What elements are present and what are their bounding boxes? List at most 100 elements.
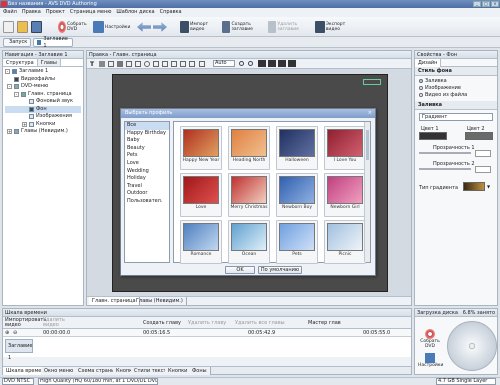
template-thumb[interactable]: Merry Christmas bbox=[228, 173, 270, 217]
delete-chapter-timeline-button[interactable]: Удалить главу bbox=[188, 320, 226, 326]
category-item[interactable]: Пользовател. bbox=[125, 198, 169, 206]
collapse-toggle[interactable]: - bbox=[7, 84, 12, 90]
expand-toggle[interactable]: + bbox=[7, 129, 12, 135]
tree-item-main-page[interactable]: - Главн. страница bbox=[5, 91, 81, 99]
category-item[interactable]: Все bbox=[125, 122, 169, 130]
undo-button[interactable] bbox=[137, 19, 151, 35]
menu-disc-template[interactable]: Шаблон диска bbox=[116, 8, 154, 17]
settings-button[interactable]: Настройки bbox=[93, 19, 133, 35]
template-thumb[interactable]: Newborn Girl bbox=[324, 173, 366, 217]
category-item[interactable]: Beauty bbox=[125, 145, 169, 153]
tree-item-title[interactable]: - Заглавие 1 bbox=[5, 68, 81, 76]
format-select[interactable]: DVD NTSC bbox=[2, 378, 34, 385]
template-thumb[interactable]: Halloween bbox=[276, 126, 318, 170]
delete-video-button[interactable]: Удалить видео bbox=[43, 318, 71, 328]
redo-button[interactable] bbox=[153, 19, 167, 35]
category-item[interactable]: Travel bbox=[125, 183, 169, 191]
tab-menu-window[interactable]: Окно меню bbox=[41, 367, 78, 375]
tree-item-dvd-menu[interactable]: - DVD-меню bbox=[5, 83, 81, 91]
distribute-tool-icon[interactable] bbox=[135, 61, 141, 67]
layer-tool-icon[interactable] bbox=[153, 61, 159, 67]
radio-fill[interactable]: Заливка bbox=[419, 77, 493, 84]
tab-chapters-hidden[interactable]: Главы (Невидим.) bbox=[133, 297, 187, 305]
tree-item-bg-sound[interactable]: Фоновый звук bbox=[5, 98, 81, 106]
category-item[interactable]: Happy Birthday bbox=[125, 130, 169, 138]
category-item[interactable]: Holiday bbox=[125, 175, 169, 183]
send-back-icon[interactable] bbox=[171, 61, 177, 67]
bring-front-icon[interactable] bbox=[162, 61, 168, 67]
category-item[interactable]: Outdoor bbox=[125, 190, 169, 198]
ok-button[interactable]: OK bbox=[225, 266, 255, 274]
chevron-down-icon[interactable]: ▼ bbox=[487, 184, 490, 189]
opacity1-slider[interactable] bbox=[419, 152, 471, 154]
import-video-timeline-button[interactable]: Импортировать видео bbox=[5, 318, 46, 328]
burn-dvd-button[interactable]: Собрать DVD bbox=[58, 19, 90, 35]
import-video-button[interactable]: Импорт видео bbox=[180, 19, 218, 35]
expand-toggle[interactable]: + bbox=[22, 121, 27, 127]
ungroup-tool-icon[interactable] bbox=[189, 61, 195, 67]
opacity1-input[interactable] bbox=[475, 150, 491, 157]
template-thumb[interactable]: Ocean bbox=[228, 220, 270, 264]
tab-structure[interactable]: Структура bbox=[3, 59, 38, 66]
category-item[interactable]: Wedding bbox=[125, 168, 169, 176]
tree-item-buttons[interactable]: + Кнопки bbox=[5, 121, 81, 129]
minimize-button[interactable]: _ bbox=[473, 1, 481, 7]
opacity2-slider[interactable] bbox=[419, 168, 471, 170]
menu-file[interactable]: Файл bbox=[3, 8, 17, 17]
tab-backgrounds[interactable]: Фоны bbox=[189, 367, 211, 375]
zoom-out-icon[interactable]: ⊖ bbox=[13, 330, 17, 336]
view-mode-2-icon[interactable] bbox=[268, 60, 276, 67]
disc-type-select[interactable]: 4.7 GB Single Layer bbox=[436, 378, 496, 385]
template-thumb[interactable]: Picnic bbox=[324, 220, 366, 264]
delete-chapter-button[interactable]: Удалить заглавие bbox=[268, 19, 310, 35]
align-tool-icon[interactable] bbox=[126, 61, 132, 67]
collapse-toggle[interactable]: - bbox=[14, 91, 19, 97]
track-title[interactable]: Заглавие 1 bbox=[5, 339, 33, 361]
view-mode-1-icon[interactable] bbox=[258, 60, 266, 67]
export-video-button[interactable]: Экспорт видео bbox=[315, 19, 357, 35]
tree-item-chapters-hidden[interactable]: + Главы (Невидим.) bbox=[5, 128, 81, 136]
view-mode-3-icon[interactable] bbox=[278, 60, 286, 67]
create-chapter-button[interactable]: Создать главу bbox=[143, 320, 181, 326]
tab-chapters[interactable]: Главы bbox=[37, 59, 61, 66]
template-thumb[interactable]: I Love You bbox=[324, 126, 366, 170]
shape-tool-icon[interactable] bbox=[99, 61, 105, 67]
tree-item-videos[interactable]: Видеофайлы bbox=[5, 76, 81, 84]
add-chapter-button[interactable]: Создать заглавие bbox=[222, 19, 264, 35]
view-mode-4-icon[interactable] bbox=[288, 60, 296, 67]
template-scrollbar[interactable] bbox=[364, 122, 370, 262]
template-thumb[interactable]: Love bbox=[180, 173, 222, 217]
timeline-track[interactable]: Заглавие 1 bbox=[3, 337, 411, 361]
template-thumb[interactable]: Newborn Boy bbox=[276, 173, 318, 217]
menu-menu-page[interactable]: Страница меню bbox=[70, 8, 112, 17]
category-item[interactable]: Love bbox=[125, 160, 169, 168]
tab-design[interactable]: Дизайн bbox=[415, 59, 442, 67]
settings-side-button[interactable]: Настройки bbox=[418, 353, 443, 368]
rect-tool-icon[interactable] bbox=[108, 61, 114, 67]
collapse-toggle[interactable]: - bbox=[5, 69, 10, 75]
tab-main-page[interactable]: Главн. страница bbox=[89, 297, 140, 305]
menu-help[interactable]: Справка bbox=[160, 8, 182, 17]
radio-image[interactable]: Изображение bbox=[419, 84, 493, 91]
grid-tool-icon[interactable] bbox=[199, 61, 205, 67]
color1-picker[interactable] bbox=[419, 132, 447, 140]
template-thumb[interactable]: Heading North bbox=[228, 126, 270, 170]
tab-start[interactable]: Запуск bbox=[3, 38, 31, 47]
burn-dvd-side-button[interactable]: Собрать DVD bbox=[418, 329, 442, 349]
scrollbar-thumb[interactable] bbox=[366, 130, 369, 160]
opacity2-input[interactable] bbox=[475, 166, 491, 173]
open-project-button[interactable] bbox=[17, 19, 28, 35]
text-tool-icon[interactable]: T bbox=[90, 61, 94, 68]
quality-select[interactable]: High Quality (HQ 60/180 min, at 1 DVD/DL… bbox=[38, 378, 158, 385]
fill-type-select[interactable]: Градиент bbox=[419, 113, 493, 121]
template-thumb[interactable]: Happy New Year bbox=[180, 126, 222, 170]
zoom-in-icon[interactable] bbox=[239, 61, 244, 66]
close-button[interactable]: × bbox=[491, 1, 499, 7]
tab-title1[interactable]: Заглавие 1 bbox=[33, 36, 73, 49]
circle-tool-icon[interactable] bbox=[144, 61, 150, 67]
delete-all-chapters-button[interactable]: Удалить все главы bbox=[235, 320, 285, 326]
picture-tool-icon[interactable] bbox=[117, 61, 123, 67]
zoom-out-icon[interactable] bbox=[248, 61, 253, 66]
chapter-wizard-button[interactable]: Мастер глав bbox=[308, 320, 341, 326]
zoom-select[interactable]: Auto bbox=[213, 60, 235, 67]
